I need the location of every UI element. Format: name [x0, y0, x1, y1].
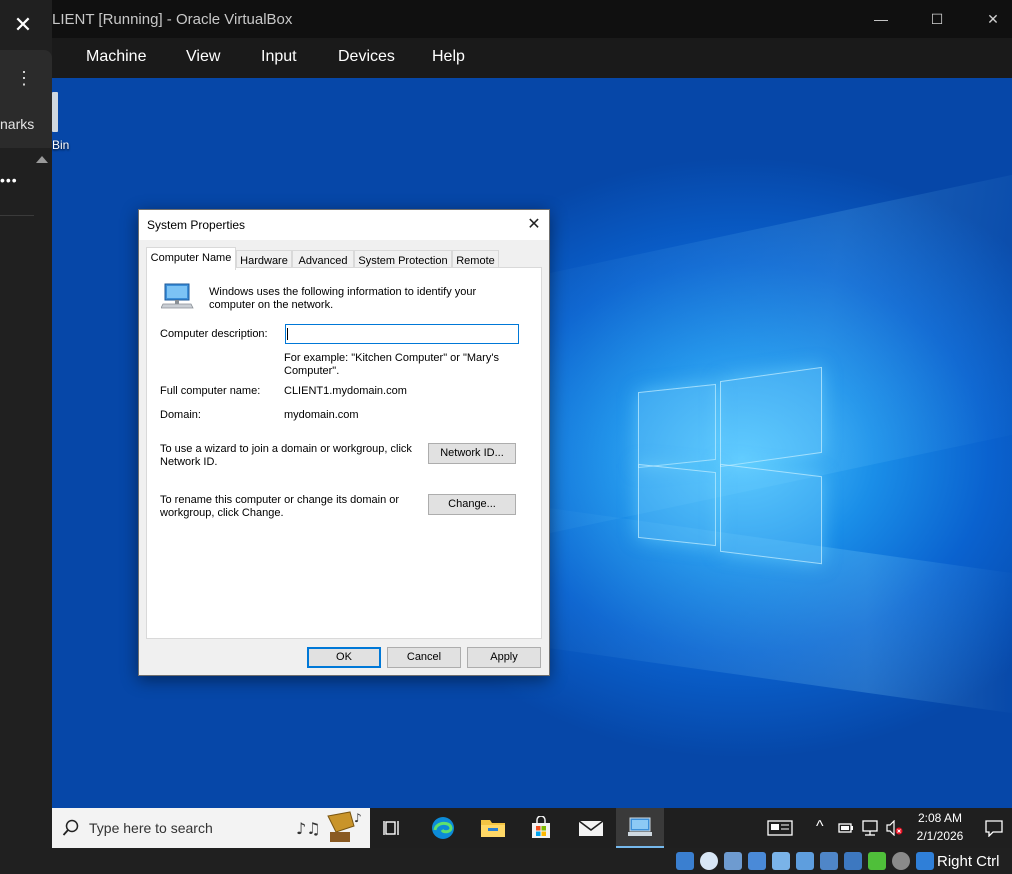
shared-folders-status-icon[interactable] [796, 852, 814, 870]
vm-menu-bar: Machine View Input Devices Help [52, 38, 1012, 78]
audio-status-icon[interactable] [724, 852, 742, 870]
menu-help[interactable]: Help [432, 48, 465, 66]
rename-instructions: To rename this computer or change its do… [160, 494, 400, 519]
host-side-panel: ✕ ⋮ narks ••• [0, 0, 52, 874]
more-options-icon[interactable]: ⋮ [14, 66, 34, 90]
close-button[interactable]: ✕ [970, 0, 1012, 38]
computer-description-label: Computer description: [160, 328, 268, 340]
ok-button[interactable]: OK [307, 647, 381, 668]
wizard-instructions: To use a wizard to join a domain or work… [160, 443, 412, 468]
menu-machine[interactable]: Machine [86, 48, 146, 66]
apply-button[interactable]: Apply [467, 647, 541, 668]
dialog-title-bar[interactable]: System Properties ✕ [139, 210, 549, 240]
windows-logo-pane [720, 366, 822, 468]
taskbar: Type here to search ♪♫ ♪ ^ 2:08 AM 2/1/2… [52, 808, 1012, 848]
task-view-icon[interactable] [370, 808, 416, 848]
network-icon[interactable] [858, 808, 882, 848]
clock-date[interactable]: 2/1/2026 [910, 829, 970, 843]
show-hidden-icons-chevron[interactable]: ^ [816, 818, 824, 836]
notification-center-icon[interactable] [976, 808, 1012, 848]
domain-value: mydomain.com [284, 409, 359, 421]
dialog-title: System Properties [147, 218, 246, 232]
power-icon[interactable] [834, 808, 858, 848]
display-status-icon[interactable] [820, 852, 838, 870]
bookmarks-label[interactable]: narks [0, 116, 34, 132]
host-key-label: Right Ctrl [937, 853, 1000, 870]
gramophone-music-icon: ♪♫ ♪ [296, 811, 362, 842]
edge-browser-icon[interactable] [420, 808, 466, 848]
overflow-icon[interactable]: ••• [0, 172, 18, 188]
divider [0, 215, 34, 216]
vm-title-bar: LIENT [Running] - Oracle VirtualBox — ☐ … [52, 0, 1012, 38]
window-title: LIENT [Running] - Oracle VirtualBox [52, 11, 293, 28]
network-id-button[interactable]: Network ID... [428, 443, 516, 464]
full-computer-name-label: Full computer name: [160, 385, 261, 397]
windows-logo-pane [720, 463, 822, 565]
taskbar-search-box[interactable]: Type here to search ♪♫ ♪ [52, 808, 370, 848]
cpu-status-icon[interactable] [868, 852, 886, 870]
example-text: For example: "Kitchen Computer" or "Mary… [284, 352, 499, 377]
search-icon [62, 819, 79, 836]
volume-muted-icon[interactable] [882, 808, 906, 848]
screen: ✕ ⋮ narks ••• LIENT [Running] - Oracle V… [0, 0, 1012, 874]
mouse-integration-status-icon[interactable] [892, 852, 910, 870]
dialog-close-button[interactable]: ✕ [519, 210, 549, 240]
windows-logo-pane [638, 383, 716, 469]
tab-computer-name[interactable]: Computer Name [146, 247, 236, 270]
keyboard-ime-icon[interactable] [760, 808, 800, 848]
microsoft-store-icon[interactable] [518, 808, 564, 848]
vm-status-bar: Right Ctrl [52, 848, 1012, 874]
menu-input[interactable]: Input [261, 48, 297, 66]
svg-text:♪♫: ♪♫ [296, 819, 321, 838]
text-caret [287, 328, 288, 340]
cancel-button[interactable]: Cancel [387, 647, 461, 668]
minimize-button[interactable]: — [858, 0, 904, 38]
file-explorer-icon[interactable] [470, 808, 516, 848]
search-placeholder: Type here to search [89, 820, 213, 836]
tab-panel-computer-name: Windows uses the following information t… [146, 267, 542, 639]
keyboard-capture-status-icon[interactable] [916, 852, 934, 870]
system-properties-dialog: System Properties ✕ Computer Name Hardwa… [138, 209, 550, 676]
network-status-icon[interactable] [748, 852, 766, 870]
windows-logo-pane [638, 463, 716, 547]
mail-icon[interactable] [568, 808, 614, 848]
recycle-bin-icon[interactable] [52, 92, 58, 132]
clock-time[interactable]: 2:08 AM [910, 811, 970, 825]
hard-disk-status-icon[interactable] [676, 852, 694, 870]
recycle-bin-label[interactable]: Bin [52, 138, 69, 152]
scroll-up-arrow-icon[interactable] [36, 156, 48, 163]
maximize-button[interactable]: ☐ [914, 0, 960, 38]
host-menu-card: ⋮ narks [0, 50, 52, 148]
full-computer-name-value: CLIENT1.mydomain.com [284, 385, 407, 397]
domain-label: Domain: [160, 409, 201, 421]
svg-text:♪: ♪ [354, 811, 362, 825]
intro-text: Windows uses the following information t… [209, 286, 477, 311]
recording-status-icon[interactable] [844, 852, 862, 870]
computer-icon [161, 283, 194, 309]
menu-view[interactable]: View [186, 48, 220, 66]
system-properties-taskbar-icon[interactable] [616, 808, 664, 848]
computer-description-input[interactable] [285, 324, 519, 344]
change-button[interactable]: Change... [428, 494, 516, 515]
close-icon[interactable]: ✕ [8, 10, 38, 40]
optical-drive-status-icon[interactable] [700, 852, 718, 870]
usb-status-icon[interactable] [772, 852, 790, 870]
menu-devices[interactable]: Devices [338, 48, 395, 66]
